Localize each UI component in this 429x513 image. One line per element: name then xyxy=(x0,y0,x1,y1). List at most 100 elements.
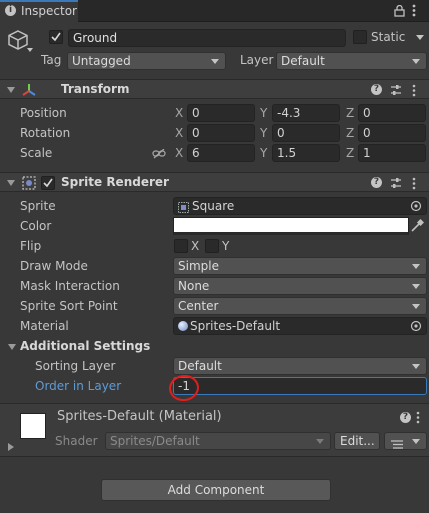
chevron-down-icon xyxy=(412,284,420,289)
help-icon[interactable]: ? xyxy=(371,84,382,95)
rotation-y-field[interactable]: 0 xyxy=(272,124,340,142)
flip-x-label: X xyxy=(191,239,200,253)
lock-icon[interactable] xyxy=(394,4,405,19)
sprite-renderer-header[interactable]: Sprite Renderer ? xyxy=(0,172,429,192)
sprite-sort-point-label: Sprite Sort Point xyxy=(20,299,118,313)
sorting-layer-dropdown[interactable]: Default xyxy=(173,357,427,375)
shader-dropdown[interactable]: Sprites/Default xyxy=(105,432,331,450)
rotation-label: Rotation xyxy=(20,126,71,140)
scale-z-value: 1 xyxy=(363,146,371,160)
material-foldout-icon[interactable] xyxy=(8,443,14,451)
rotation-x-axis: X xyxy=(175,126,184,140)
flip-x-checkbox[interactable] xyxy=(174,239,188,253)
tag-label: Tag xyxy=(41,53,62,67)
position-z-value: 0 xyxy=(363,106,371,120)
link-scale-icon[interactable] xyxy=(152,148,166,162)
shader-value: Sprites/Default xyxy=(110,434,200,448)
position-x-value: 0 xyxy=(192,106,200,120)
material-asset-icon xyxy=(178,321,188,331)
scale-x-axis: X xyxy=(175,146,184,160)
shader-options-button[interactable] xyxy=(384,432,427,450)
chevron-down-icon xyxy=(211,59,219,64)
order-in-layer-field[interactable]: -1 xyxy=(173,377,427,395)
tag-value: Untagged xyxy=(72,54,131,68)
add-component-label: Add Component xyxy=(167,483,265,497)
sprite-sort-point-dropdown[interactable]: Center xyxy=(173,297,427,315)
chevron-down-icon xyxy=(412,264,420,269)
sprite-label: Sprite xyxy=(20,199,56,213)
chevron-down-icon xyxy=(316,439,324,444)
scale-z-field[interactable]: 1 xyxy=(358,144,426,162)
edit-shader-button[interactable]: Edit... xyxy=(334,432,380,450)
foldout-arrow-icon[interactable] xyxy=(7,87,15,93)
transform-title: Transform xyxy=(61,82,130,96)
transform-header[interactable]: Transform ? xyxy=(0,79,429,99)
flip-y-checkbox[interactable] xyxy=(205,239,219,253)
transform-icon xyxy=(22,83,36,100)
sprite-object-field[interactable]: Square xyxy=(173,197,427,215)
additional-settings-label[interactable]: Additional Settings xyxy=(20,338,150,354)
order-in-layer-label: Order in Layer xyxy=(35,379,122,393)
help-icon[interactable]: ? xyxy=(371,177,382,188)
help-icon[interactable]: ? xyxy=(400,412,411,423)
add-component-button[interactable]: Add Component xyxy=(101,479,331,501)
chevron-down-icon xyxy=(412,304,420,309)
rotation-x-value: 0 xyxy=(192,126,200,140)
position-x-field[interactable]: 0 xyxy=(187,104,255,122)
eyedropper-icon[interactable] xyxy=(410,218,425,236)
more-menu-icon[interactable] xyxy=(416,411,420,427)
tag-dropdown[interactable]: Untagged xyxy=(67,52,226,70)
sprite-renderer-title: Sprite Renderer xyxy=(61,175,169,189)
material-object-field[interactable]: Sprites-Default xyxy=(173,317,427,335)
gameobject-name-field[interactable]: Ground xyxy=(68,29,346,47)
mask-interaction-dropdown[interactable]: None xyxy=(173,277,427,295)
layer-value: Default xyxy=(281,54,325,68)
chevron-down-icon xyxy=(412,59,420,64)
position-y-field[interactable]: -4.3 xyxy=(272,104,340,122)
more-menu-icon[interactable] xyxy=(412,4,416,19)
chevron-down-icon xyxy=(412,439,420,444)
color-label: Color xyxy=(20,219,52,233)
scale-y-field[interactable]: 1.5 xyxy=(272,144,340,162)
mask-interaction-value: None xyxy=(178,279,210,293)
position-y-value: -4.3 xyxy=(277,106,301,120)
more-menu-icon[interactable] xyxy=(412,84,416,100)
mask-interaction-label: Mask Interaction xyxy=(20,279,120,293)
additional-settings-foldout-icon[interactable] xyxy=(8,344,16,350)
scale-x-field[interactable]: 6 xyxy=(187,144,255,162)
more-menu-icon[interactable] xyxy=(412,177,416,193)
scale-y-value: 1.5 xyxy=(277,146,297,160)
static-dropdown-arrow[interactable] xyxy=(416,35,424,40)
scale-x-value: 6 xyxy=(192,146,200,160)
material-value: Sprites-Default xyxy=(190,319,281,333)
position-label: Position xyxy=(20,106,67,120)
object-picker-icon[interactable] xyxy=(410,200,422,214)
rotation-z-field[interactable]: 0 xyxy=(358,124,426,142)
color-field[interactable] xyxy=(173,217,409,235)
material-title: Sprites-Default (Material) xyxy=(57,409,222,424)
draw-mode-label: Draw Mode xyxy=(20,259,88,273)
sprite-sort-point-value: Center xyxy=(178,299,219,313)
chevron-down-icon[interactable] xyxy=(27,48,33,52)
sprite-renderer-enabled-checkbox[interactable] xyxy=(41,176,55,190)
position-y-axis: Y xyxy=(260,106,268,120)
tab-inspector[interactable]: i Inspector xyxy=(0,0,78,22)
foldout-arrow-icon[interactable] xyxy=(7,180,15,186)
sorting-layer-label: Sorting Layer xyxy=(35,359,116,373)
presets-icon[interactable] xyxy=(390,177,402,192)
presets-icon[interactable] xyxy=(390,84,402,99)
object-picker-icon[interactable] xyxy=(410,320,422,334)
static-label: Static xyxy=(371,30,406,44)
gameobject-cube-icon xyxy=(7,29,29,54)
static-checkbox[interactable] xyxy=(353,30,367,44)
draw-mode-dropdown[interactable]: Simple xyxy=(173,257,427,275)
draw-mode-value: Simple xyxy=(178,259,219,273)
layer-dropdown[interactable]: Default xyxy=(276,52,427,70)
active-checkbox[interactable] xyxy=(49,30,63,44)
position-x-axis: X xyxy=(175,106,184,120)
scale-label: Scale xyxy=(20,146,53,160)
rotation-x-field[interactable]: 0 xyxy=(187,124,255,142)
position-z-field[interactable]: 0 xyxy=(358,104,426,122)
list-icon xyxy=(391,437,403,453)
scale-y-axis: Y xyxy=(260,146,268,160)
